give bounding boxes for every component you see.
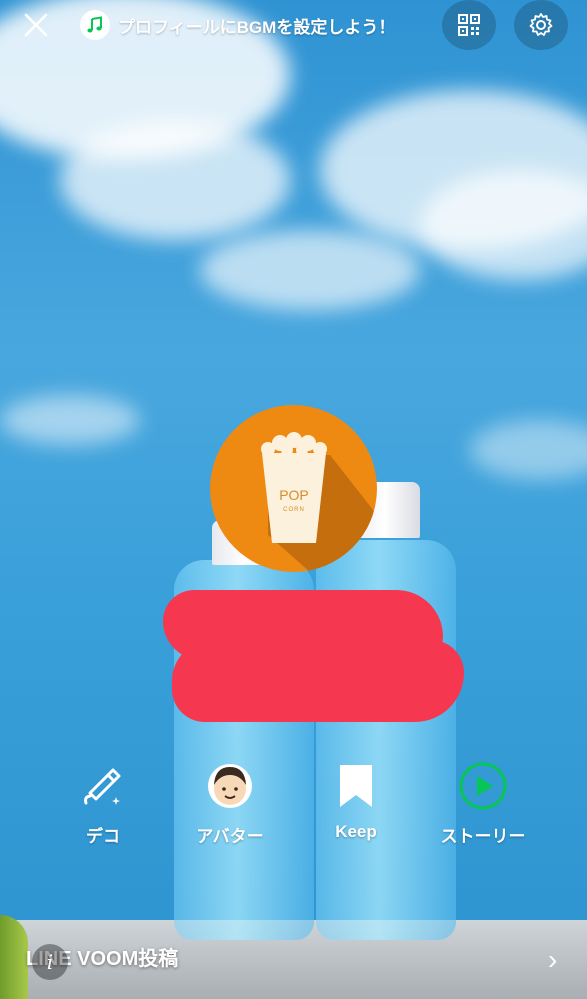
bgm-banner-text: プロフィールにBGMを設定しよう！ <box>118 17 396 37</box>
popcorn-icon: POP CORN <box>261 432 377 572</box>
bgm-banner[interactable]: プロフィールにBGMを設定しよう！ <box>80 10 395 40</box>
qr-code-button[interactable] <box>442 0 496 50</box>
top-bar: プロフィールにBGMを設定しよう！ <box>0 0 587 50</box>
popcorn-text-bottom: CORN <box>283 507 305 513</box>
keep-label: Keep <box>335 822 377 841</box>
deco-pen-icon <box>77 760 129 812</box>
deco-button[interactable]: デコ <box>48 760 158 847</box>
close-button[interactable] <box>20 10 52 42</box>
cloud <box>0 395 140 445</box>
story-play-icon <box>457 760 509 812</box>
story-label: ストーリー <box>440 827 526 846</box>
info-icon[interactable]: i <box>32 944 68 980</box>
story-button[interactable]: ストーリー <box>428 760 538 847</box>
avatar-button[interactable]: アバター <box>175 760 285 847</box>
close-icon <box>24 13 48 37</box>
qr-code-icon <box>458 14 480 36</box>
music-note-icon <box>80 10 110 40</box>
profile-avatar[interactable]: POP CORN <box>210 405 377 572</box>
cloud <box>60 120 290 240</box>
profile-screen: プロフィールにBGMを設定しよう！ POP CORN デコ アバター Keep … <box>0 0 587 999</box>
deco-label: デコ <box>86 827 120 846</box>
chevron-right-icon[interactable]: › <box>548 944 557 976</box>
redacted-name <box>172 640 464 722</box>
profile-actions: デコ アバター Keep ストーリー <box>60 760 540 850</box>
cloud <box>470 420 587 480</box>
gear-icon <box>529 13 553 36</box>
cloud <box>200 230 420 310</box>
avatar-face-icon <box>204 760 256 812</box>
keep-button[interactable]: Keep <box>301 760 411 842</box>
avatar-label: アバター <box>196 827 264 846</box>
bookmark-icon <box>330 760 382 812</box>
settings-button[interactable] <box>514 0 568 50</box>
popcorn-text-top: POP <box>279 487 309 503</box>
